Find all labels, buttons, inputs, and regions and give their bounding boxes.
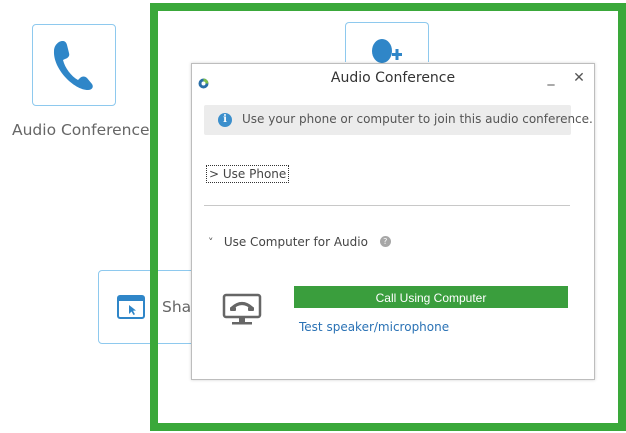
use-phone-label: Use Phone [222, 167, 287, 181]
share-window-icon [117, 295, 145, 323]
call-using-computer-button[interactable]: Call Using Computer [294, 286, 568, 308]
info-banner: i Use your phone or computer to join thi… [204, 105, 593, 135]
dialog-title: Audio Conference [330, 70, 456, 86]
minimize-button[interactable]: _ [543, 70, 559, 86]
use-computer-toggle[interactable]: ˅ Use Computer for Audio ? [208, 235, 391, 249]
help-icon[interactable]: ? [379, 236, 391, 247]
chevron-down-icon: ˅ [208, 236, 214, 249]
test-speaker-microphone-link[interactable]: Test speaker/microphone [299, 320, 449, 334]
info-icon: i [218, 113, 232, 127]
chevron-right-icon: > [209, 167, 220, 181]
use-phone-toggle[interactable]: > Use Phone [206, 165, 290, 183]
section-divider [204, 205, 570, 206]
phone-icon [50, 39, 96, 95]
audio-conference-tile[interactable] [32, 24, 116, 106]
dialog-titlebar[interactable]: Audio Conference _ ✕ [192, 64, 594, 94]
close-button[interactable]: ✕ [571, 70, 587, 86]
computer-audio-icon [222, 293, 262, 331]
info-text: Use your phone or computer to join this … [242, 112, 593, 126]
use-computer-label: Use Computer for Audio [223, 235, 368, 249]
audio-conference-dialog: Audio Conference _ ✕ i Use your phone or… [191, 63, 595, 380]
audio-conference-caption: Audio Conference [12, 121, 150, 139]
